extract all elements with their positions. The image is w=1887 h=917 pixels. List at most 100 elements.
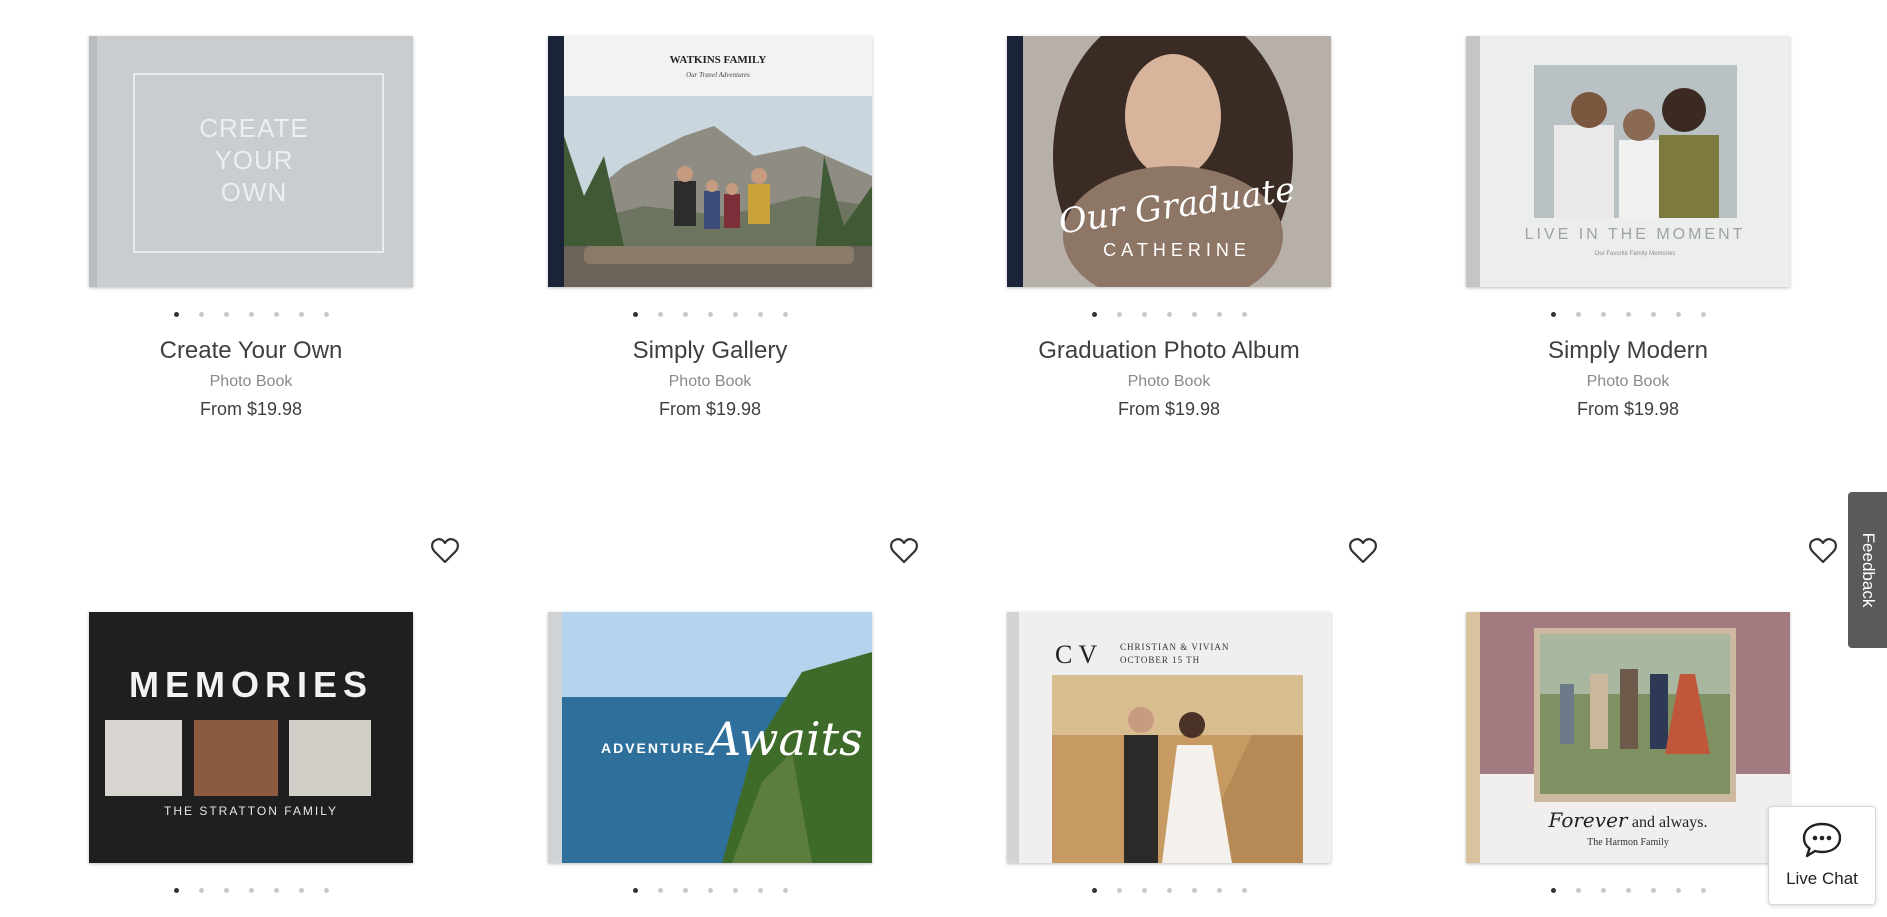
carousel-dots[interactable] bbox=[1466, 888, 1790, 893]
carousel-dots[interactable] bbox=[548, 312, 872, 317]
carousel-dot[interactable] bbox=[248, 312, 254, 317]
cover-text: CREATE YOUR OWN bbox=[199, 113, 309, 207]
carousel-dot[interactable] bbox=[1650, 312, 1656, 317]
book-cover[interactable]: CREATE YOUR OWN bbox=[89, 36, 413, 287]
carousel-dot[interactable] bbox=[1166, 888, 1172, 893]
carousel-dot[interactable] bbox=[1116, 312, 1122, 317]
carousel-dot[interactable] bbox=[198, 312, 204, 317]
product-type: Photo Book bbox=[1127, 373, 1211, 390]
carousel-dot[interactable] bbox=[1091, 888, 1097, 893]
carousel-dot[interactable] bbox=[1575, 888, 1581, 893]
carousel-dot[interactable] bbox=[1700, 312, 1706, 317]
carousel-dots[interactable] bbox=[1007, 312, 1331, 317]
cover-family: The Harmon Family bbox=[1587, 837, 1669, 848]
cover-script: Awaits bbox=[708, 712, 863, 766]
carousel-dot[interactable] bbox=[1550, 888, 1556, 893]
carousel-dot[interactable] bbox=[732, 888, 738, 893]
carousel-dot[interactable] bbox=[1166, 312, 1172, 317]
carousel-dot[interactable] bbox=[707, 888, 713, 893]
carousel-dots[interactable] bbox=[1007, 888, 1331, 893]
carousel-dot[interactable] bbox=[323, 888, 329, 893]
carousel-dot[interactable] bbox=[1600, 888, 1606, 893]
product-title[interactable]: Graduation Photo Album bbox=[1007, 337, 1331, 365]
carousel-dot[interactable] bbox=[1625, 312, 1631, 317]
carousel-dot[interactable] bbox=[757, 312, 763, 317]
product-type: Photo Book bbox=[1586, 373, 1670, 390]
product-title[interactable]: Simply Gallery bbox=[548, 337, 872, 365]
product-price: From $19.98 bbox=[1576, 399, 1680, 419]
carousel-dot[interactable] bbox=[1550, 312, 1556, 317]
book-cover[interactable]: MEMORIES THE STRATTON FAMILY bbox=[89, 612, 413, 863]
cover-name: CATHERINE bbox=[1103, 240, 1251, 260]
carousel-dot[interactable] bbox=[1216, 888, 1222, 893]
cover-subtitle: THE STRATTON FAMILY bbox=[163, 804, 338, 818]
carousel-dot[interactable] bbox=[682, 888, 688, 893]
carousel-dot[interactable] bbox=[1675, 312, 1681, 317]
cover-rest: and always. bbox=[1631, 814, 1708, 831]
heart-outline-icon[interactable] bbox=[1349, 538, 1377, 564]
carousel-dot[interactable] bbox=[1700, 888, 1706, 893]
carousel-dot[interactable] bbox=[323, 312, 329, 317]
cover-monogram: C V bbox=[1055, 640, 1098, 669]
product-title[interactable]: Simply Modern bbox=[1466, 337, 1790, 365]
carousel-dot[interactable] bbox=[1191, 312, 1197, 317]
carousel-dot[interactable] bbox=[298, 312, 304, 317]
carousel-dot[interactable] bbox=[682, 312, 688, 317]
carousel-dot[interactable] bbox=[632, 888, 638, 893]
carousel-dot[interactable] bbox=[1650, 888, 1656, 893]
carousel-dot[interactable] bbox=[298, 888, 304, 893]
product-price: From $19.98 bbox=[199, 399, 303, 419]
carousel-dot[interactable] bbox=[223, 888, 229, 893]
book-cover[interactable]: LIVE IN THE MOMENT Our Favorite Family M… bbox=[1466, 36, 1790, 287]
live-chat-button[interactable]: Live Chat bbox=[1768, 806, 1876, 905]
carousel-dot[interactable] bbox=[1216, 312, 1222, 317]
carousel-dot[interactable] bbox=[273, 312, 279, 317]
heart-outline-icon[interactable] bbox=[431, 538, 459, 564]
carousel-dot[interactable] bbox=[1575, 312, 1581, 317]
carousel-dots[interactable] bbox=[89, 888, 413, 893]
carousel-dot[interactable] bbox=[1241, 888, 1247, 893]
carousel-dot[interactable] bbox=[782, 888, 788, 893]
carousel-dot[interactable] bbox=[732, 312, 738, 317]
book-cover[interactable]: C V CHRISTIAN & VIVIAN OCTOBER 15 TH bbox=[1007, 612, 1331, 863]
carousel-dot[interactable] bbox=[707, 312, 713, 317]
carousel-dot[interactable] bbox=[1600, 312, 1606, 317]
carousel-dot[interactable] bbox=[1116, 888, 1122, 893]
heart-outline-icon[interactable] bbox=[1809, 538, 1837, 564]
cover-subtitle: Our Travel Adventures bbox=[686, 71, 750, 79]
carousel-dot[interactable] bbox=[1675, 888, 1681, 893]
cover-subtitle: Our Favorite Family Memories bbox=[1594, 251, 1676, 257]
carousel-dot[interactable] bbox=[1625, 888, 1631, 893]
carousel-dot[interactable] bbox=[782, 312, 788, 317]
carousel-dot[interactable] bbox=[173, 888, 179, 893]
carousel-dot[interactable] bbox=[1091, 312, 1097, 317]
carousel-dot[interactable] bbox=[1191, 888, 1197, 893]
carousel-dot[interactable] bbox=[1141, 312, 1147, 317]
book-cover[interactable]: Forever and always. The Harmon Family bbox=[1466, 612, 1790, 863]
cover-date: OCTOBER 15 TH bbox=[1120, 655, 1201, 665]
carousel-dot[interactable] bbox=[173, 312, 179, 317]
carousel-dots[interactable] bbox=[89, 312, 413, 317]
live-chat-label: Live Chat bbox=[1786, 869, 1858, 888]
product-title[interactable]: Create Your Own bbox=[89, 337, 413, 365]
carousel-dot[interactable] bbox=[757, 888, 763, 893]
carousel-dot[interactable] bbox=[223, 312, 229, 317]
carousel-dot[interactable] bbox=[657, 312, 663, 317]
feedback-tab[interactable]: Feedback bbox=[1848, 492, 1887, 648]
book-cover[interactable]: ADVENTURE Awaits bbox=[548, 612, 872, 863]
carousel-dots[interactable] bbox=[1466, 312, 1790, 317]
carousel-dot[interactable] bbox=[198, 888, 204, 893]
heart-outline-icon[interactable] bbox=[890, 538, 918, 564]
product-type: Photo Book bbox=[668, 373, 752, 390]
carousel-dots[interactable] bbox=[548, 888, 872, 893]
carousel-dot[interactable] bbox=[273, 888, 279, 893]
book-cover[interactable]: WATKINS FAMILY Our Travel Adventures bbox=[548, 36, 872, 287]
cover-photo bbox=[1540, 634, 1730, 794]
carousel-dot[interactable] bbox=[632, 312, 638, 317]
carousel-dot[interactable] bbox=[657, 888, 663, 893]
book-cover[interactable]: Our Graduate CATHERINE bbox=[1007, 36, 1331, 287]
carousel-dot[interactable] bbox=[1241, 312, 1247, 317]
carousel-dot[interactable] bbox=[1141, 888, 1147, 893]
carousel-dot[interactable] bbox=[248, 888, 254, 893]
chat-bubble-icon bbox=[1802, 822, 1842, 858]
